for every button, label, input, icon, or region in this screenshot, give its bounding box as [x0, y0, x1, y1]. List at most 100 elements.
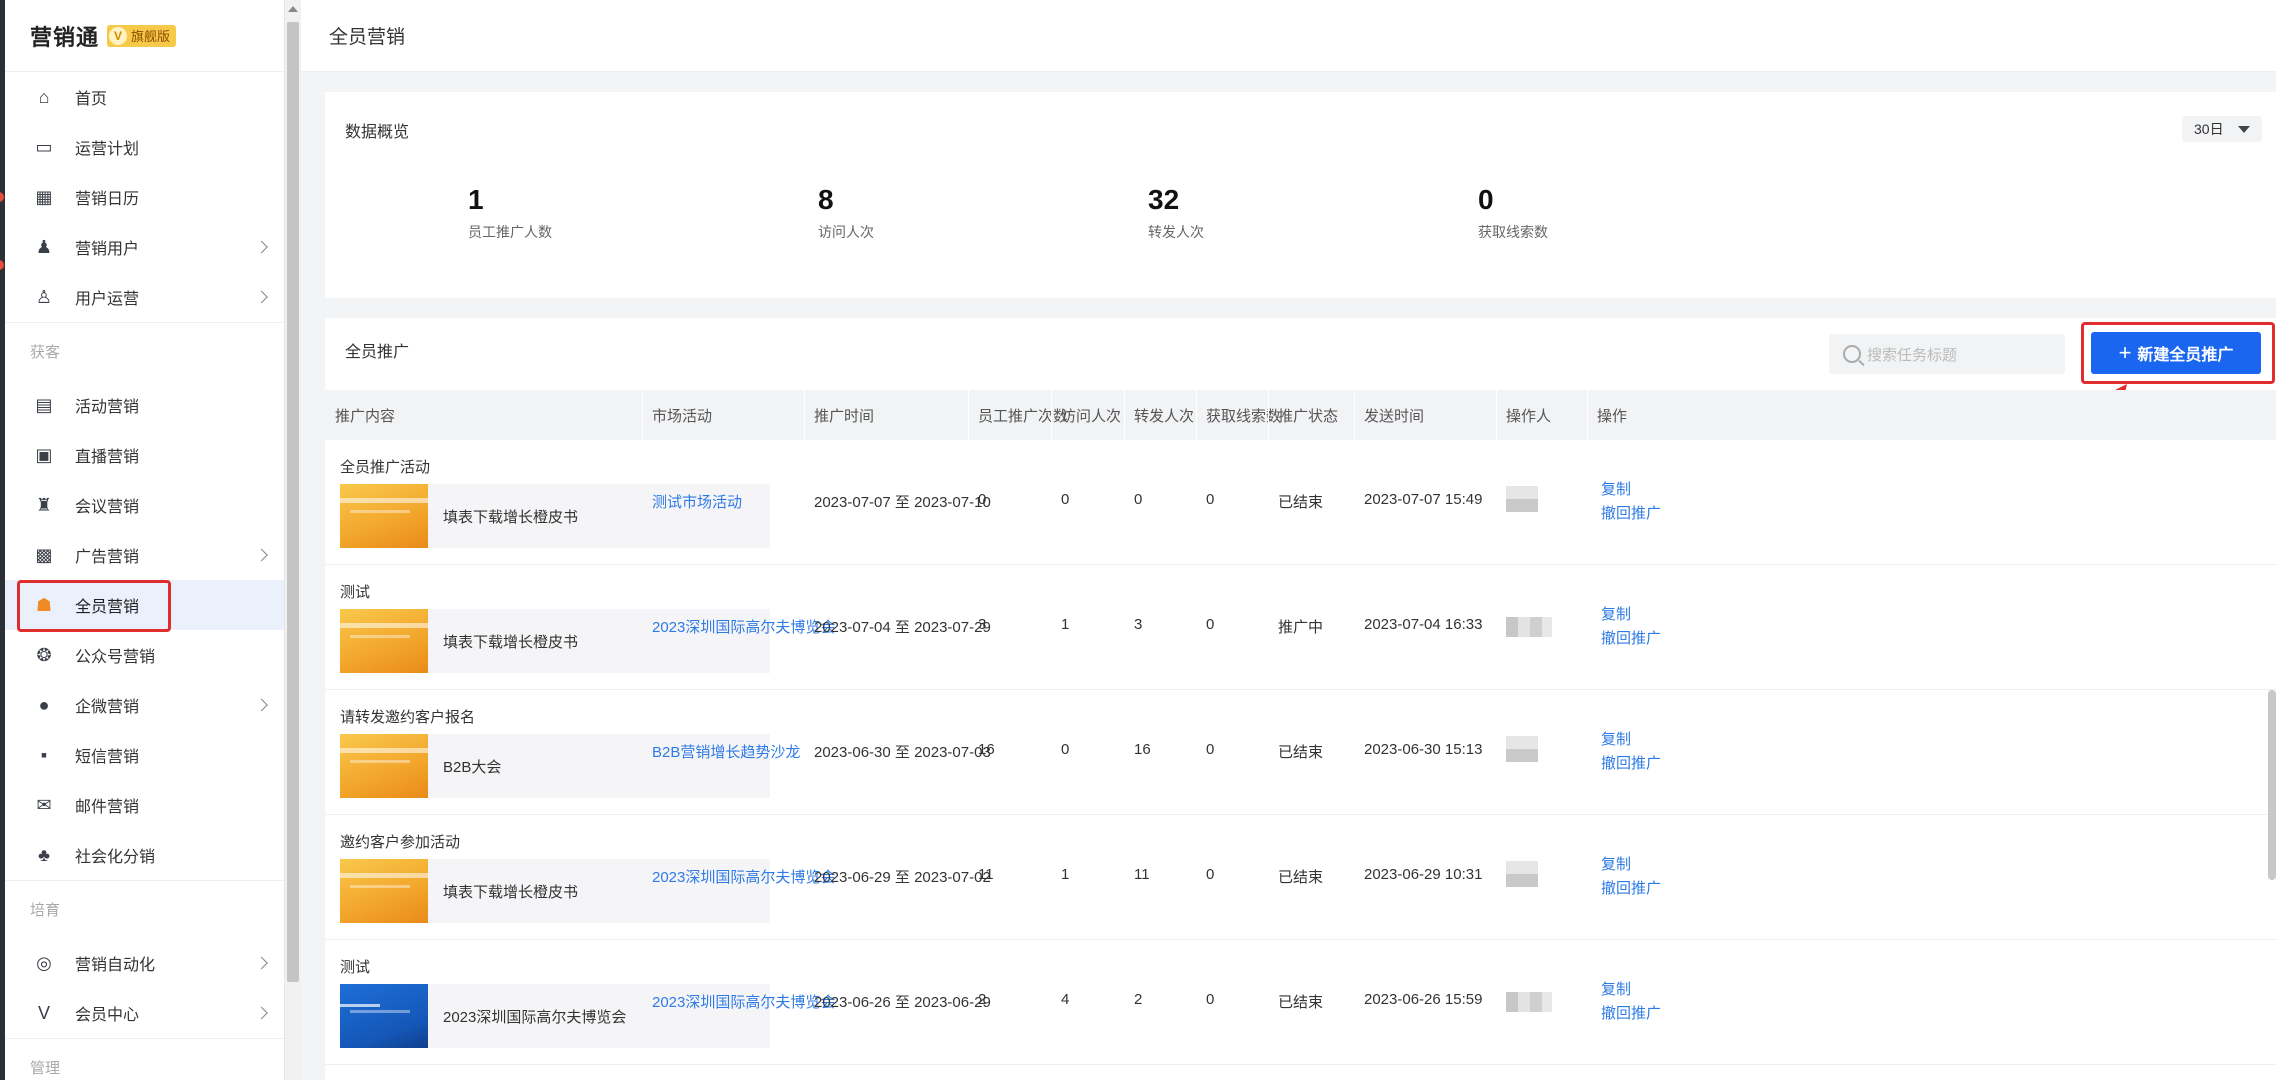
sidebar-item[interactable]: ● 企微营销 [5, 680, 284, 730]
activity-link[interactable]: 2023深圳国际高尔夫博览会 [652, 991, 835, 1012]
sidebar-item[interactable]: ▪ 短信营销 [5, 730, 284, 780]
sent-time: 2023-07-07 15:49 [1364, 491, 1483, 508]
sidebar-scrollbar[interactable] [285, 0, 301, 1080]
visit-count: 0 [1061, 741, 1070, 758]
sidebar-item[interactable]: ♙ 用户运营 [5, 272, 284, 322]
sidebar-item[interactable]: ▤ 活动营销 [5, 380, 284, 430]
sidebar-item[interactable]: ▣ 直播营销 [5, 430, 284, 480]
sidebar-item[interactable]: V 会员中心 [5, 988, 284, 1038]
withdraw-link[interactable]: 撤回推广 [1601, 502, 1661, 526]
sidebar-item-label: 社会化分销 [75, 849, 156, 866]
column-header: 推广时间 [814, 407, 875, 425]
withdraw-link[interactable]: 撤回推广 [1601, 877, 1661, 901]
scroll-up-icon[interactable] [288, 6, 298, 12]
content-thumbnail [340, 734, 428, 798]
copy-link[interactable]: 复制 [1601, 728, 1631, 752]
sidebar-item[interactable]: ◎ 营销自动化 [5, 938, 284, 988]
stat-visits: 8 访问人次 [818, 184, 874, 242]
home-icon: ⌂ [38, 86, 50, 107]
withdraw-link[interactable]: 撤回推广 [1601, 1002, 1661, 1026]
stat-label: 转发人次 [1148, 224, 1204, 240]
content-name: 填表下载增长橙皮书 [443, 509, 579, 526]
activity-link[interactable]: 测试市场活动 [652, 491, 742, 512]
sent-time: 2023-06-30 15:13 [1364, 741, 1483, 758]
brand-name: 营销通 [30, 24, 100, 50]
promotion-title-text: 全员推广活动 [340, 459, 431, 476]
stat-employee-promoters: 1 员工推广人数 [468, 184, 552, 242]
vip-badge-icon: V [109, 26, 128, 45]
column-header: 推广状态 [1278, 407, 1339, 425]
lead-count: 0 [1206, 616, 1215, 633]
column-header: 发送时间 [1364, 407, 1425, 425]
vip-icon: V [37, 1002, 50, 1023]
sidebar-item[interactable]: ✉ 邮件营销 [5, 780, 284, 830]
table-row: 请转发邀约客户报名 B2B大会 B2B营销增长趋势沙龙 2023-06-30 至 20… [325, 690, 2276, 815]
ad-icon: ▩ [35, 544, 53, 565]
section-title-acquire: 获客 [5, 322, 284, 380]
section-title-manage: 管理 [5, 1038, 284, 1080]
promotion-period: 2023-07-07 至 2023-07-10 [814, 494, 991, 511]
sidebar-item[interactable]: ♟ 营销用户 [5, 222, 284, 272]
operator-avatar [1506, 617, 1552, 637]
content-thumbnail [340, 609, 428, 673]
sms-icon: ▪ [40, 744, 48, 765]
copy-link[interactable]: 复制 [1601, 603, 1631, 627]
employee-count: 3 [978, 616, 987, 633]
column-divider [642, 390, 643, 440]
task-search-input[interactable]: 搜索任务标题 [1829, 334, 2065, 374]
employee-count: 2 [978, 991, 987, 1008]
page-scrollbar-thumb[interactable] [2268, 690, 2276, 880]
column-header: 操作 [1597, 407, 1628, 425]
data-overview-card: 数据概览 30日 1 员工推广人数 8 访问人次 32 转发人次 0 获取线索数 [325, 92, 2276, 298]
date-range-select[interactable]: 30日 [2182, 116, 2262, 142]
withdraw-link[interactable]: 撤回推广 [1601, 627, 1661, 651]
column-divider [1268, 390, 1269, 440]
stat-value: 32 [1148, 184, 1180, 215]
status-badge: 已结束 [1278, 494, 1324, 511]
forward-count: 16 [1134, 741, 1151, 758]
sidebar-item[interactable]: ▦ 营销日历 [5, 172, 284, 222]
copy-link[interactable]: 复制 [1601, 478, 1631, 502]
sidebar-item[interactable]: ♣ 社会化分销 [5, 830, 284, 880]
meeting-icon: ♜ [35, 494, 53, 515]
promotion-title-text: 测试 [340, 959, 371, 976]
activity-link[interactable]: B2B营销增长趋势沙龙 [652, 741, 800, 762]
search-placeholder: 搜索任务标题 [1867, 346, 1958, 364]
column-header: 市场活动 [652, 407, 713, 425]
sidebar-item-label: 公众号营销 [75, 649, 156, 666]
forward-count: 11 [1134, 866, 1150, 883]
copy-link[interactable]: 复制 [1601, 978, 1631, 1002]
search-icon [1843, 345, 1861, 363]
visit-count: 1 [1061, 866, 1070, 883]
nav-group-main: ⌂ 首页 ▭ 运营计划 ▦ 营销日历 ♟ 营销用户 ♙ 用户运营 [5, 72, 284, 322]
button-highlight-frame [2081, 322, 2275, 384]
sidebar-item[interactable]: ♜ 会议营销 [5, 480, 284, 530]
withdraw-link[interactable]: 撤回推广 [1601, 752, 1661, 776]
activity-link[interactable]: 2023深圳国际高尔夫博览会 [652, 866, 835, 887]
promotion-title: 全员推广 [345, 344, 410, 361]
activity-link[interactable]: 2023深圳国际高尔夫博览会 [652, 616, 835, 637]
sidebar-item[interactable]: ▩ 广告营销 [5, 530, 284, 580]
column-divider [1496, 390, 1497, 440]
nav-group-nurture: ◎ 营销自动化 V 会员中心 [5, 938, 284, 1038]
sidebar-item[interactable]: ⌂ 首页 [5, 72, 284, 122]
sidebar-item-label: 营销用户 [75, 241, 140, 258]
status-badge: 推广中 [1278, 619, 1324, 636]
chevron-right-icon [255, 290, 268, 304]
mail-icon: ✉ [36, 794, 52, 815]
employee-count: 16 [978, 741, 995, 758]
promotion-title-text: 邀约客户参加活动 [340, 834, 461, 851]
copy-link[interactable]: 复制 [1601, 853, 1631, 877]
distribution-icon: ♣ [38, 844, 50, 865]
content-thumbnail [340, 984, 428, 1048]
stat-value: 0 [1478, 184, 1494, 215]
sidebar-item-label: 企微营销 [75, 699, 140, 716]
content-name: 填表下载增长橙皮书 [443, 634, 579, 651]
sidebar-item[interactable]: ❂ 公众号营销 [5, 630, 284, 680]
sidebar-scrollbar-thumb[interactable] [287, 22, 299, 982]
sidebar-item[interactable]: ▭ 运营计划 [5, 122, 284, 172]
lead-count: 0 [1206, 741, 1215, 758]
column-header: 操作人 [1506, 407, 1552, 425]
status-badge: 已结束 [1278, 994, 1324, 1011]
sidebar-item-label: 邮件营销 [75, 799, 140, 816]
